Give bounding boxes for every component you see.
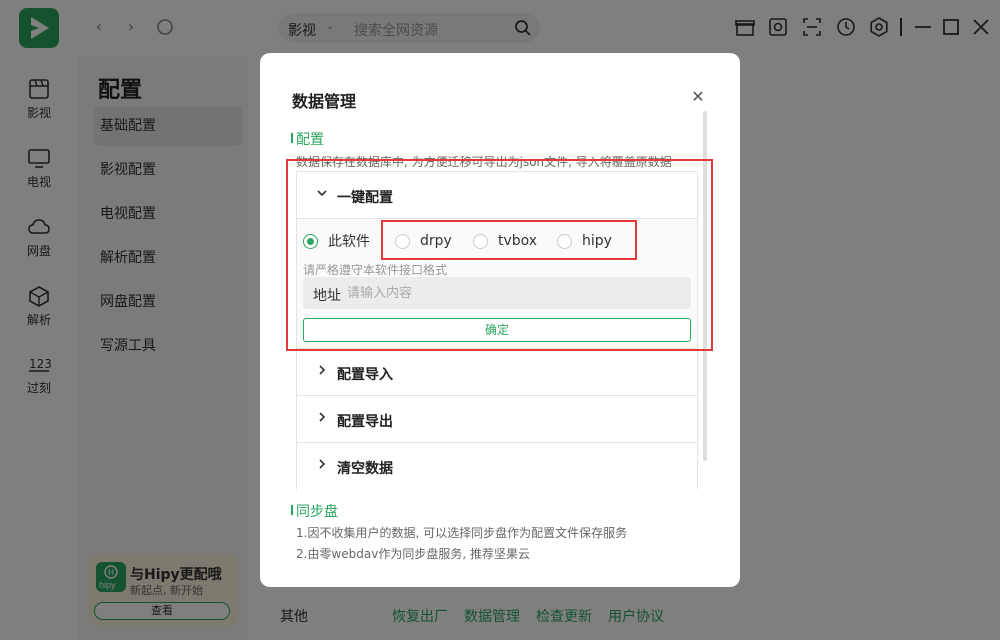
chevron-right-icon [319,459,326,469]
config-section-heading: 配置 [291,129,324,149]
sync-section-heading: 同步盘 [291,501,338,521]
annotation-box-radios [381,220,637,260]
collapse-header-import[interactable]: 配置导入 [297,349,697,396]
dialog-title: 数据管理 [292,92,357,111]
collapse-label: 清空数据 [337,461,393,477]
collapse-label: 配置导入 [337,367,393,383]
collapse-label: 配置导出 [337,414,393,430]
close-icon[interactable]: ✕ [690,89,706,105]
collapse-header-clear[interactable]: 清空数据 [297,443,697,490]
collapse-header-export[interactable]: 配置导出 [297,396,697,443]
sync-line-2: 2.由零webdav作为同步盘服务, 推荐坚果云 [296,547,530,561]
data-management-dialog: 数据管理 ✕ 配置 数据保存在数据库中, 为方便迁移可导出为json文件, 导入… [260,53,740,587]
sync-line-1: 1.因不收集用户的数据, 可以选择同步盘作为配置文件保存服务 [296,526,628,540]
chevron-right-icon [319,412,326,422]
chevron-right-icon [319,365,326,375]
